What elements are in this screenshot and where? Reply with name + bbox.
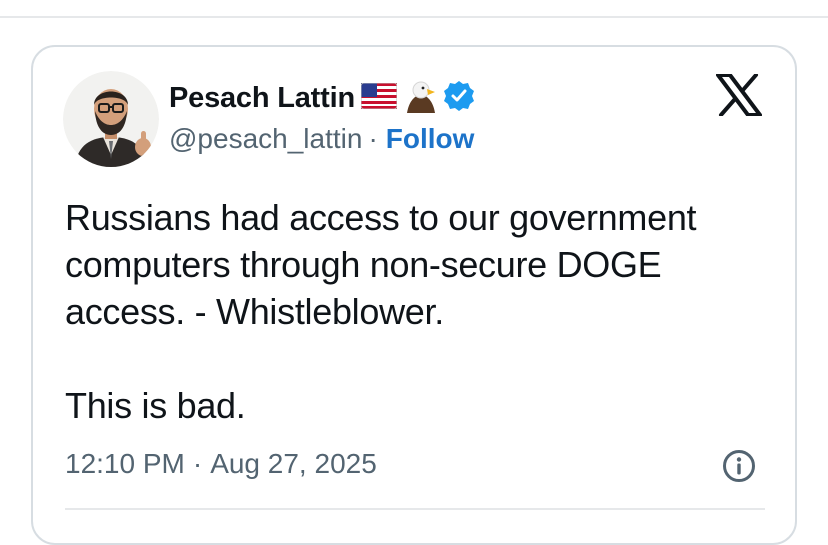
handle-separator: · [368, 123, 378, 154]
avatar[interactable] [63, 71, 159, 167]
author-name[interactable]: Pesach Lattin [169, 82, 355, 115]
x-logo-icon[interactable] [716, 73, 762, 117]
divider [65, 508, 765, 510]
follow-button[interactable]: Follow [386, 123, 475, 155]
us-flag-icon [360, 82, 398, 114]
tweet-timestamp[interactable]: 12:10 PM · Aug 27, 2025 [65, 448, 377, 480]
tweet-text: Russians had access to our government co… [65, 194, 777, 429]
avatar-image [63, 71, 159, 167]
tweet-text-line: This is bad. [65, 385, 246, 426]
verified-badge-icon [443, 80, 475, 117]
top-bar [0, 0, 828, 18]
author-handle-row: @pesach_lattin · Follow [169, 121, 474, 157]
eagle-icon [403, 79, 437, 118]
tweet-text-line: access. - Whistleblower. [65, 291, 444, 332]
author-name-row: Pesach Lattin [169, 78, 475, 118]
timestamp-separator: · [192, 448, 203, 479]
tweet-date: Aug 27, 2025 [210, 448, 377, 479]
tweet-time: 12:10 PM [65, 448, 185, 479]
tweet-text-line: computers through non-secure DOGE [65, 244, 662, 285]
info-icon[interactable] [722, 449, 756, 483]
author-handle[interactable]: @pesach_lattin [169, 123, 362, 155]
tweet-text-line: Russians had access to our government [65, 197, 697, 238]
